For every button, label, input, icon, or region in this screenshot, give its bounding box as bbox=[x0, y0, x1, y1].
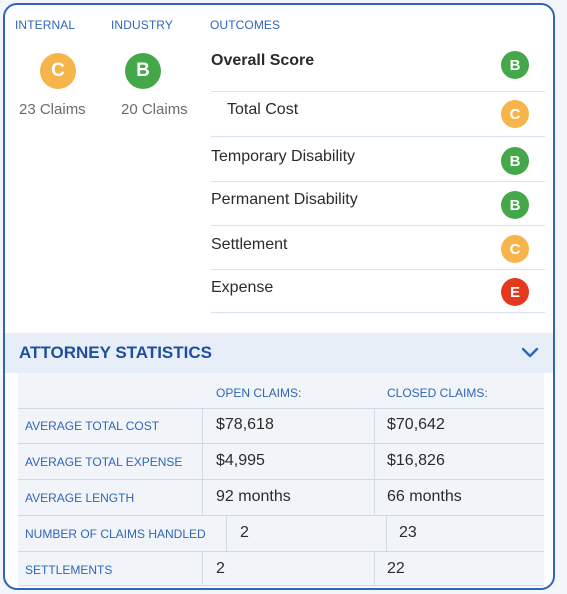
outcome-label: Settlement bbox=[211, 236, 288, 253]
open-claims-value: $4,995 bbox=[216, 452, 265, 469]
attorney-statistics-title: ATTORNEY STATISTICS bbox=[19, 343, 212, 362]
outcome-label: Total Cost bbox=[227, 101, 299, 118]
divider bbox=[18, 443, 544, 444]
score-card: INTERNAL INDUSTRY OUTCOMES C B 23 Claims… bbox=[3, 3, 555, 590]
outcome-grade-badge: C bbox=[501, 100, 529, 128]
outcome-grade-badge: B bbox=[501, 51, 529, 79]
open-claims-value: 2 bbox=[240, 524, 249, 541]
divider bbox=[211, 91, 545, 92]
divider bbox=[18, 585, 544, 586]
divider bbox=[18, 408, 544, 409]
column-divider bbox=[374, 408, 375, 515]
outcomes-column-header: OUTCOMES bbox=[210, 18, 281, 32]
outcome-label: Expense bbox=[211, 279, 274, 296]
row-label-average-total-cost: AVERAGE TOTAL COST bbox=[25, 419, 160, 433]
row-label-settlements: SETTLEMENTS bbox=[25, 563, 113, 577]
industry-grade-badge: B bbox=[125, 53, 161, 89]
row-label-average-length: AVERAGE LENGTH bbox=[25, 491, 135, 505]
outcome-label: Overall Score bbox=[211, 52, 315, 69]
internal-grade-badge: C bbox=[40, 53, 76, 89]
outcome-row-total-cost: Total Cost C bbox=[211, 93, 545, 138]
outcome-label: Temporary Disability bbox=[211, 148, 356, 165]
column-divider bbox=[226, 515, 227, 551]
column-divider bbox=[386, 515, 387, 551]
industry-claims-count: 20 Claims bbox=[121, 101, 188, 118]
attorney-statistics-table: OPEN CLAIMS: CLOSED CLAIMS: AVERAGE TOTA… bbox=[18, 373, 544, 587]
column-divider bbox=[202, 551, 203, 585]
divider bbox=[18, 551, 544, 552]
divider bbox=[18, 479, 544, 480]
chevron-down-icon[interactable] bbox=[517, 339, 543, 365]
closed-claims-value: 66 months bbox=[387, 488, 462, 505]
outcome-grade-badge: C bbox=[501, 235, 529, 263]
open-claims-value: 2 bbox=[216, 560, 225, 577]
closed-claims-value: $70,642 bbox=[387, 416, 445, 433]
outcome-row-overall-score: Overall Score B bbox=[211, 47, 545, 93]
attorney-statistics-header[interactable]: ATTORNEY STATISTICS bbox=[5, 333, 553, 373]
outcome-row-temporary-disability: Temporary Disability B bbox=[211, 138, 545, 182]
internal-claims-count: 23 Claims bbox=[19, 101, 86, 118]
closed-claims-value: $16,826 bbox=[387, 452, 445, 469]
open-claims-header: OPEN CLAIMS: bbox=[216, 386, 302, 400]
outcome-grade-badge: B bbox=[501, 147, 529, 175]
column-divider bbox=[202, 408, 203, 515]
divider bbox=[211, 312, 545, 313]
row-label-number-of-claims-handled: NUMBER OF CLAIMS HANDLED bbox=[25, 527, 206, 541]
divider bbox=[211, 136, 545, 137]
divider bbox=[18, 515, 544, 516]
outcome-row-expense: Expense E bbox=[211, 270, 545, 314]
closed-claims-value: 22 bbox=[387, 560, 405, 577]
outcome-label: Permanent Disability bbox=[211, 191, 358, 208]
open-claims-value: $78,618 bbox=[216, 416, 274, 433]
closed-claims-header: CLOSED CLAIMS: bbox=[387, 386, 488, 400]
industry-column-header: INDUSTRY bbox=[111, 18, 173, 32]
outcome-grade-badge: B bbox=[501, 191, 529, 219]
internal-column-header: INTERNAL bbox=[15, 18, 76, 32]
outcome-row-permanent-disability: Permanent Disability B bbox=[211, 182, 545, 226]
closed-claims-value: 23 bbox=[399, 524, 417, 541]
open-claims-value: 92 months bbox=[216, 488, 291, 505]
column-divider bbox=[374, 551, 375, 585]
outcome-grade-badge: E bbox=[501, 278, 529, 306]
outcome-row-settlement: Settlement C bbox=[211, 226, 545, 270]
row-label-average-total-expense: AVERAGE TOTAL EXPENSE bbox=[25, 455, 183, 469]
